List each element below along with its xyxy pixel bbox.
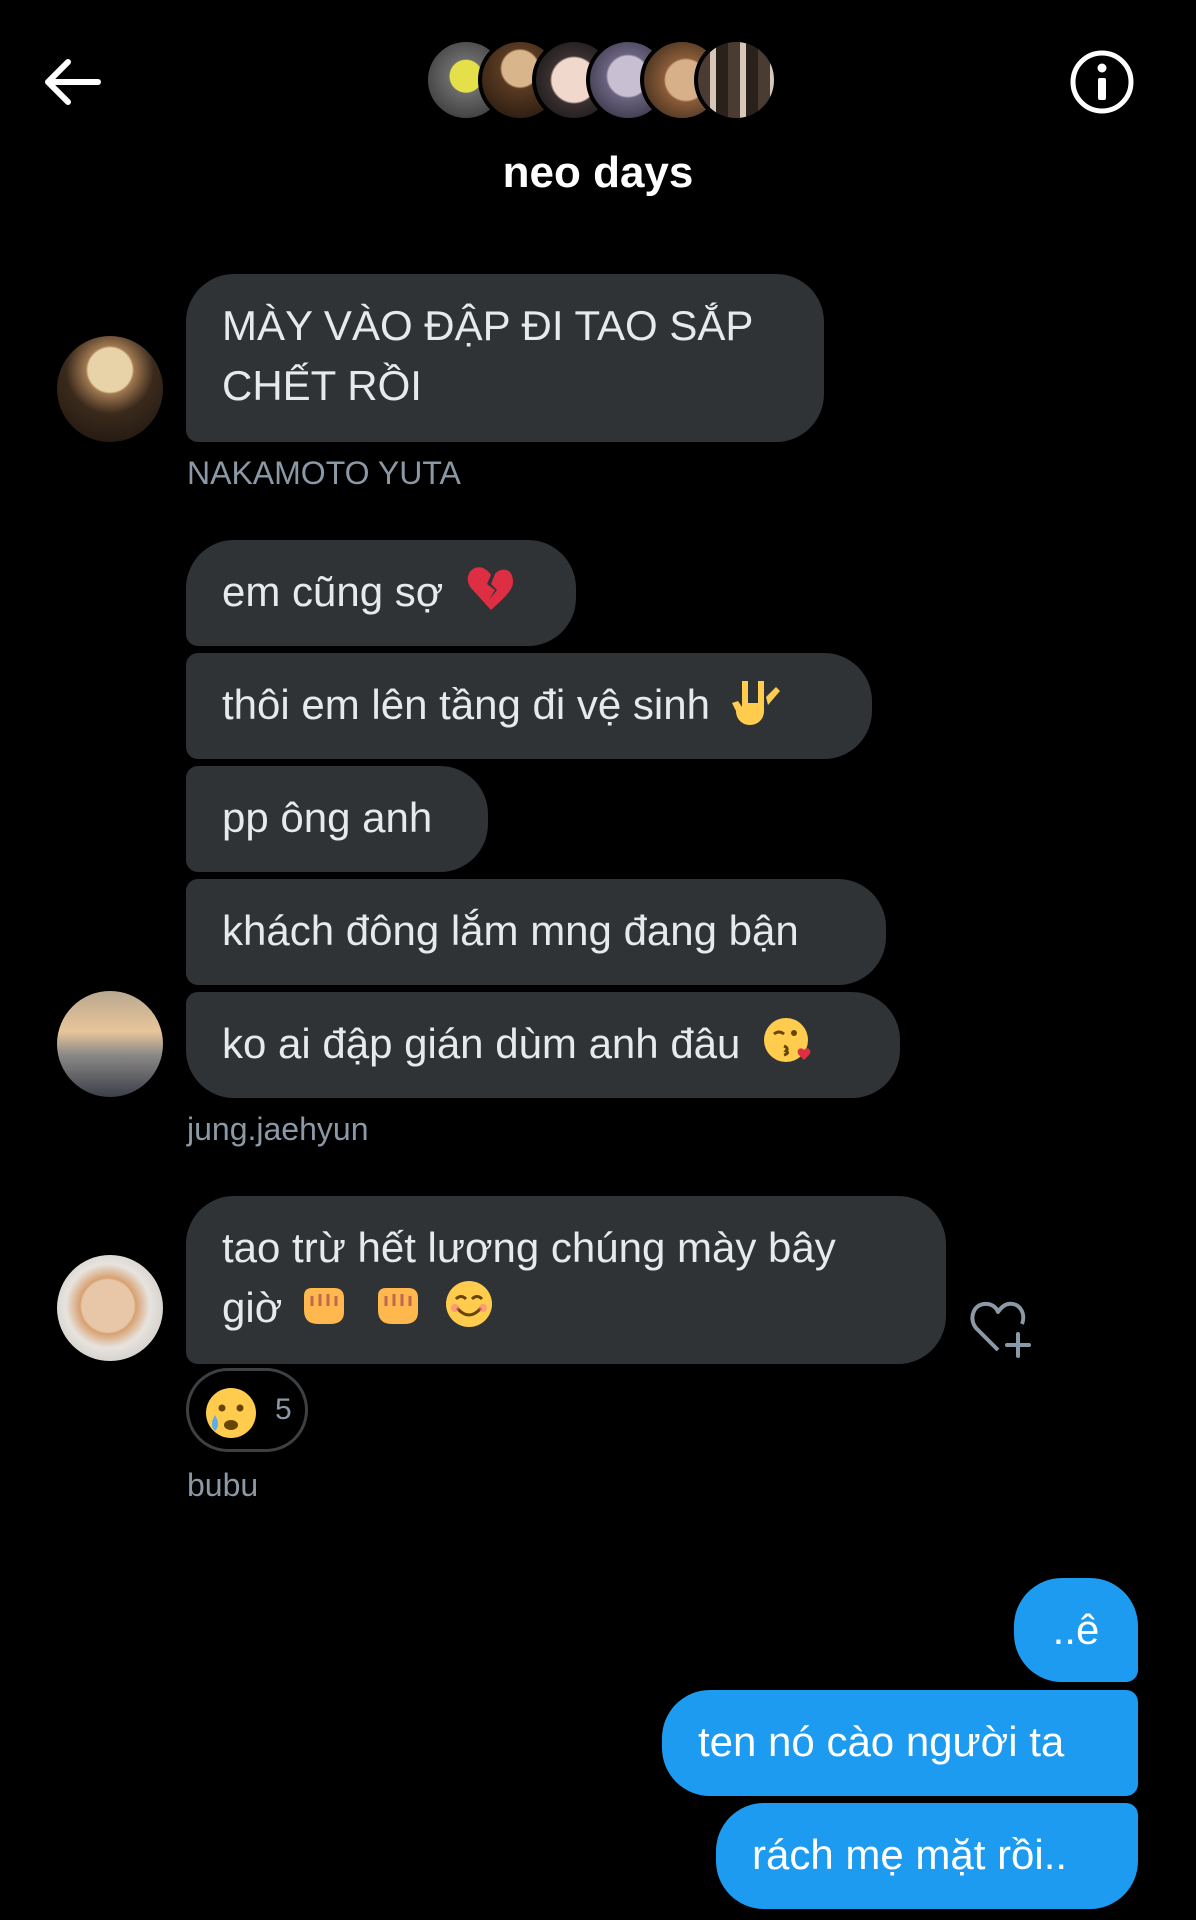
add-reaction-icon[interactable] [968, 1296, 1038, 1358]
message-bubble[interactable]: ..ê [1014, 1578, 1138, 1682]
message-text: thôi em lên tầng đi vệ sinh [222, 681, 710, 728]
message-bubble[interactable]: MÀY VÀO ĐẬP ĐI TAO SẮP CHẾT RỒI [186, 274, 824, 442]
back-arrow-icon[interactable] [40, 52, 104, 112]
message-text: khách đông lắm mng đang bận [222, 907, 799, 954]
sender-name: jung.jaehyun [187, 1111, 369, 1147]
group-member-avatar [694, 38, 778, 122]
reaction-pill[interactable]: 5 [186, 1368, 308, 1452]
broken-heart-emoji-icon [467, 567, 513, 610]
smiling-face-emoji-icon [446, 1281, 493, 1327]
crying-face-emoji-icon [206, 1388, 256, 1438]
message-bubble[interactable]: thôi em lên tầng đi vệ sinh [186, 653, 872, 759]
message-text: rách mẹ mặt rồi.. [752, 1831, 1068, 1878]
reaction-count: 5 [275, 1393, 292, 1426]
message-text: pp ông anh [222, 794, 433, 841]
avatar[interactable] [57, 336, 163, 442]
info-icon[interactable] [1068, 48, 1136, 116]
message-bubble[interactable]: tao trừ hết lương chúng mày bây giờ [186, 1196, 946, 1364]
message-text: ..ê [1052, 1606, 1100, 1653]
message-bubble[interactable]: ten nó cào người ta [662, 1690, 1138, 1796]
sender-name: bubu [187, 1467, 259, 1503]
conversation-title: neo days [502, 148, 694, 197]
message-text: tao trừ hết lương chúng mày bây [222, 1224, 836, 1271]
message-bubble[interactable]: pp ông anh [186, 766, 488, 872]
conversation-header: neo days [0, 0, 1196, 228]
group-avatar-stack[interactable] [424, 38, 778, 122]
fist-emoji-icon [303, 1288, 344, 1324]
message-text: giờ [222, 1284, 283, 1331]
avatar[interactable] [57, 1255, 163, 1361]
message-text: MÀY VÀO ĐẬP ĐI TAO SẮP [222, 302, 754, 349]
fist-emoji-icon [377, 1288, 418, 1324]
message-text: ten nó cào người ta [698, 1718, 1065, 1765]
rock-hand-emoji-icon [731, 681, 780, 725]
avatar[interactable] [57, 991, 163, 1097]
message-bubble[interactable]: em cũng sợ [186, 540, 576, 646]
message-text: em cũng sợ [222, 568, 444, 615]
message-bubble[interactable]: khách đông lắm mng đang bận [186, 879, 886, 985]
message-text: CHẾT RỒI [222, 362, 422, 409]
message-bubble[interactable]: rách mẹ mặt rồi.. [716, 1803, 1138, 1909]
message-text: ko ai đập gián dùm anh đâu [222, 1020, 741, 1067]
sender-name: NAKAMOTO YUTA [187, 455, 461, 491]
message-bubble[interactable]: ko ai đập gián dùm anh đâu [186, 992, 900, 1098]
kiss-face-emoji-icon [764, 1018, 811, 1062]
